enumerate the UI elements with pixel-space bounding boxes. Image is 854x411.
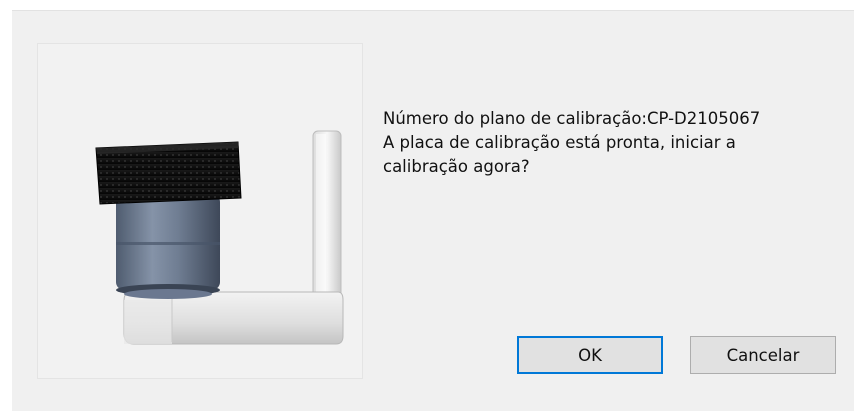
calibration-dialog: Número do plano de calibração:CP-D210506…: [12, 10, 854, 411]
cancel-button[interactable]: Cancelar: [690, 336, 836, 374]
calibration-ready-text: A placa de calibração está pronta, inici…: [383, 133, 736, 152]
ok-button-label: OK: [578, 345, 602, 365]
calibration-question-text: calibração agora?: [383, 157, 530, 176]
confirmation-message: Número do plano de calibração:CP-D210506…: [383, 107, 833, 179]
ok-button[interactable]: OK: [517, 336, 663, 374]
cancel-button-label: Cancelar: [726, 345, 800, 365]
calibration-plan-number-text: Número do plano de calibração:CP-D210506…: [383, 109, 761, 128]
calibration-device-image: [37, 43, 363, 379]
